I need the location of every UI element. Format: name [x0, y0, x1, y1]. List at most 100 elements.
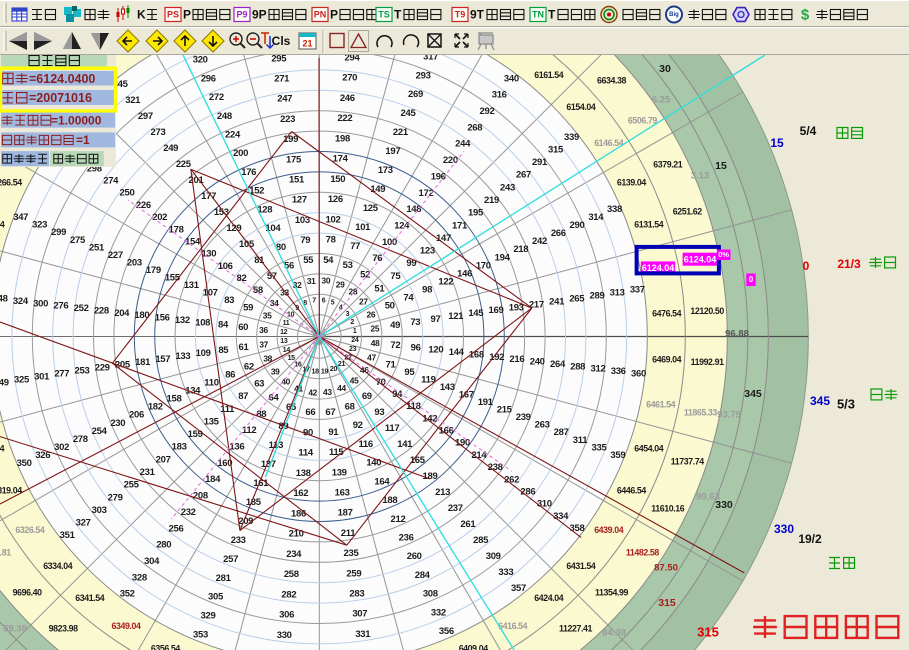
svg-text:256: 256	[169, 523, 184, 534]
svg-text:265: 265	[569, 293, 585, 304]
svg-text:261: 261	[460, 519, 476, 530]
svg-text:246: 246	[340, 93, 355, 104]
svg-text:144: 144	[449, 347, 465, 358]
svg-text:PN: PN	[314, 10, 327, 20]
svg-text:336: 336	[611, 366, 626, 377]
svg-text:334: 334	[553, 511, 569, 522]
svg-text:231: 231	[140, 467, 156, 478]
svg-text:325: 325	[14, 375, 30, 386]
svg-text:224: 224	[225, 130, 241, 141]
svg-text:323: 323	[32, 220, 47, 231]
svg-text:247: 247	[277, 94, 292, 105]
svg-text:270: 270	[342, 73, 357, 84]
svg-text:30: 30	[322, 276, 331, 286]
svg-text:290: 290	[570, 220, 585, 231]
svg-text:18: 18	[312, 369, 320, 376]
svg-text:260: 260	[407, 551, 422, 562]
svg-text:282: 282	[281, 589, 296, 600]
svg-text:P: P	[330, 8, 338, 22]
svg-text:222: 222	[337, 113, 352, 124]
svg-text:311: 311	[573, 435, 588, 446]
svg-text:78: 78	[326, 235, 336, 246]
svg-text:15: 15	[715, 160, 727, 172]
svg-text:125: 125	[363, 203, 379, 214]
svg-text:194: 194	[495, 252, 511, 263]
svg-text:31: 31	[307, 276, 316, 286]
svg-text:68: 68	[345, 401, 355, 412]
svg-text:110: 110	[204, 377, 218, 388]
svg-text:350: 350	[17, 458, 32, 469]
svg-text:148: 148	[406, 204, 421, 215]
svg-text:248: 248	[217, 111, 232, 122]
svg-text:100: 100	[382, 237, 397, 248]
svg-text:26: 26	[367, 309, 376, 319]
svg-text:6416.54: 6416.54	[498, 621, 528, 631]
svg-text:96: 96	[411, 342, 421, 353]
svg-text:140: 140	[366, 458, 381, 469]
svg-text:359: 359	[610, 450, 625, 461]
svg-text:21: 21	[302, 39, 312, 49]
svg-text:133: 133	[175, 351, 190, 362]
svg-text:42: 42	[308, 387, 317, 397]
svg-text:206: 206	[129, 410, 144, 421]
svg-text:39: 39	[271, 366, 280, 376]
svg-text:6.25: 6.25	[652, 95, 671, 106]
svg-text:20: 20	[330, 366, 338, 373]
svg-text:35: 35	[263, 311, 272, 321]
svg-text:306: 306	[279, 610, 294, 621]
svg-text:=20071016: =20071016	[29, 91, 92, 105]
svg-text:254: 254	[92, 426, 108, 437]
svg-text:236: 236	[399, 533, 414, 544]
svg-text:198: 198	[335, 133, 350, 144]
svg-text:316: 316	[492, 90, 507, 101]
svg-text:182: 182	[148, 402, 163, 413]
svg-text:337: 337	[630, 285, 645, 296]
svg-text:TS: TS	[378, 10, 390, 20]
svg-text:288: 288	[570, 361, 585, 372]
svg-text:271: 271	[274, 74, 290, 85]
svg-text:146: 146	[457, 268, 472, 279]
svg-text:340: 340	[504, 73, 519, 84]
svg-text:72: 72	[390, 340, 400, 351]
svg-text:12: 12	[280, 329, 288, 336]
svg-text:11354.99: 11354.99	[595, 588, 629, 598]
svg-text:6251.62: 6251.62	[673, 207, 703, 217]
svg-text:130: 130	[201, 249, 216, 260]
svg-text:114: 114	[298, 448, 313, 459]
svg-text:321: 321	[125, 95, 141, 106]
svg-text:239: 239	[516, 412, 531, 423]
svg-text:227: 227	[108, 250, 123, 261]
svg-text:299: 299	[51, 227, 66, 238]
svg-text:57: 57	[267, 271, 277, 282]
svg-text:170: 170	[476, 260, 491, 271]
svg-text:45: 45	[350, 376, 359, 386]
svg-text:157: 157	[155, 354, 170, 365]
svg-text:11610.16: 11610.16	[651, 503, 685, 513]
svg-text:307: 307	[352, 609, 367, 620]
svg-text:348: 348	[0, 294, 8, 305]
svg-text:180: 180	[134, 310, 149, 321]
svg-text:6274.04: 6274.04	[0, 220, 5, 230]
svg-text:27: 27	[359, 297, 368, 307]
svg-text:143: 143	[440, 382, 455, 393]
svg-text:197: 197	[385, 146, 400, 157]
svg-text:11482.58: 11482.58	[626, 547, 660, 557]
svg-text:0: 0	[803, 259, 810, 273]
svg-text:171: 171	[452, 220, 468, 231]
svg-text:273: 273	[151, 127, 166, 138]
svg-text:225: 225	[176, 159, 192, 170]
svg-text:226: 226	[136, 200, 151, 211]
svg-text:216: 216	[509, 354, 524, 365]
svg-text:308: 308	[423, 589, 438, 600]
svg-text:6131.54: 6131.54	[634, 220, 664, 230]
svg-text:230: 230	[110, 418, 125, 429]
svg-text:93.75: 93.75	[717, 410, 741, 421]
svg-text:92: 92	[353, 420, 363, 431]
svg-text:339: 339	[564, 132, 579, 143]
svg-text:9P: 9P	[252, 8, 267, 22]
svg-text:6461.54: 6461.54	[646, 399, 676, 409]
svg-text:145: 145	[468, 308, 484, 319]
svg-text:6139.04: 6139.04	[617, 178, 647, 188]
svg-text:183: 183	[172, 442, 187, 453]
svg-text:330: 330	[277, 630, 292, 641]
